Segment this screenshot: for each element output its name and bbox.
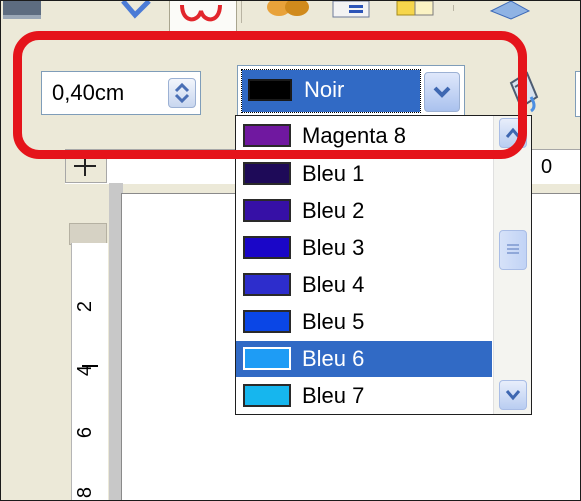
color-swatch [243,236,291,259]
text-frame-icon[interactable] [329,1,375,23]
line-color-swatch [248,79,292,101]
color-option[interactable]: Bleu 1 [236,156,492,192]
toolbar-separator [241,1,242,23]
ruler-number: 8 [74,486,97,499]
line-width-field[interactable]: 0,40cm [41,71,201,115]
area-style-field[interactable] [575,71,580,117]
line-color-selected[interactable]: Noir [241,69,421,113]
color-option[interactable]: Bleu 4 [236,267,492,303]
color-option-label: Bleu 6 [302,346,365,371]
color-swatch [243,347,291,370]
color-option-label: Magenta 8 [302,123,406,148]
line-color-dropdown[interactable]: Noir [237,65,465,117]
draw-arrow-icon[interactable] [117,1,157,23]
color-list-scrollbar[interactable] [493,116,531,414]
color-option[interactable]: Bleu 2 [236,193,492,229]
color-option-label: Bleu 7 [302,383,365,408]
window-frame: 0,40cm Noir 3 0 2 4 6 8 Mage [0,0,581,501]
chevron-up-icon [505,127,521,138]
3d-effect-icon[interactable] [487,1,533,23]
color-option-label: Bleu 5 [302,309,365,334]
color-swatch [243,124,291,147]
paint-bucket-icon[interactable] [501,67,541,115]
color-swatch [243,162,291,185]
tab-type-selector[interactable] [65,149,107,183]
scroll-down-button[interactable] [499,380,527,410]
color-option[interactable]: Bleu 7 [236,378,492,414]
color-list-popup[interactable]: Magenta 8 Bleu 1 Bleu 2 Bleu 3 Bleu 4 Bl… [235,115,532,415]
ruler-number: 2 [74,300,97,313]
toolbar-separator [453,5,454,11]
color-option[interactable]: Bleu 6 [236,341,492,377]
color-swatch [243,310,291,333]
color-option-label: Bleu 2 [302,198,365,223]
color-option-label: Bleu 1 [302,161,365,186]
line-width-value: 0,40cm [52,80,125,105]
tab-stop-icon [74,156,96,176]
color-option[interactable]: Bleu 3 [236,230,492,266]
chevron-down-icon [505,390,521,401]
ruler-number: 6 [74,426,97,439]
color-swatch [243,199,291,222]
note-icon[interactable] [395,1,439,23]
scroll-up-button[interactable] [499,118,527,148]
ruler-number: 0 [541,156,553,178]
ruler-number: 4 [74,364,97,377]
grip-icon [507,244,519,254]
scroll-thumb[interactable] [499,230,527,270]
toolbar-icon-left[interactable] [1,1,45,23]
top-toolbar [1,1,580,36]
color-swatch [243,273,291,296]
line-width-spinner[interactable] [168,78,196,108]
vertical-ruler[interactable]: 2 4 6 8 [71,243,108,500]
up-down-arrows-icon [174,82,190,104]
color-option[interactable]: Magenta 8 [236,118,492,154]
color-swatch [243,384,291,407]
curve-icon [180,5,222,22]
line-color-label: Noir [304,77,345,102]
color-option[interactable]: Bleu 5 [236,304,492,340]
ruler-margin-marker [69,223,107,245]
line-color-dropdown-button[interactable] [424,72,460,112]
connector-icon[interactable] [263,1,311,23]
color-option-label: Bleu 4 [302,272,365,297]
color-option-label: Bleu 3 [302,235,365,260]
chevron-down-icon [433,86,451,98]
